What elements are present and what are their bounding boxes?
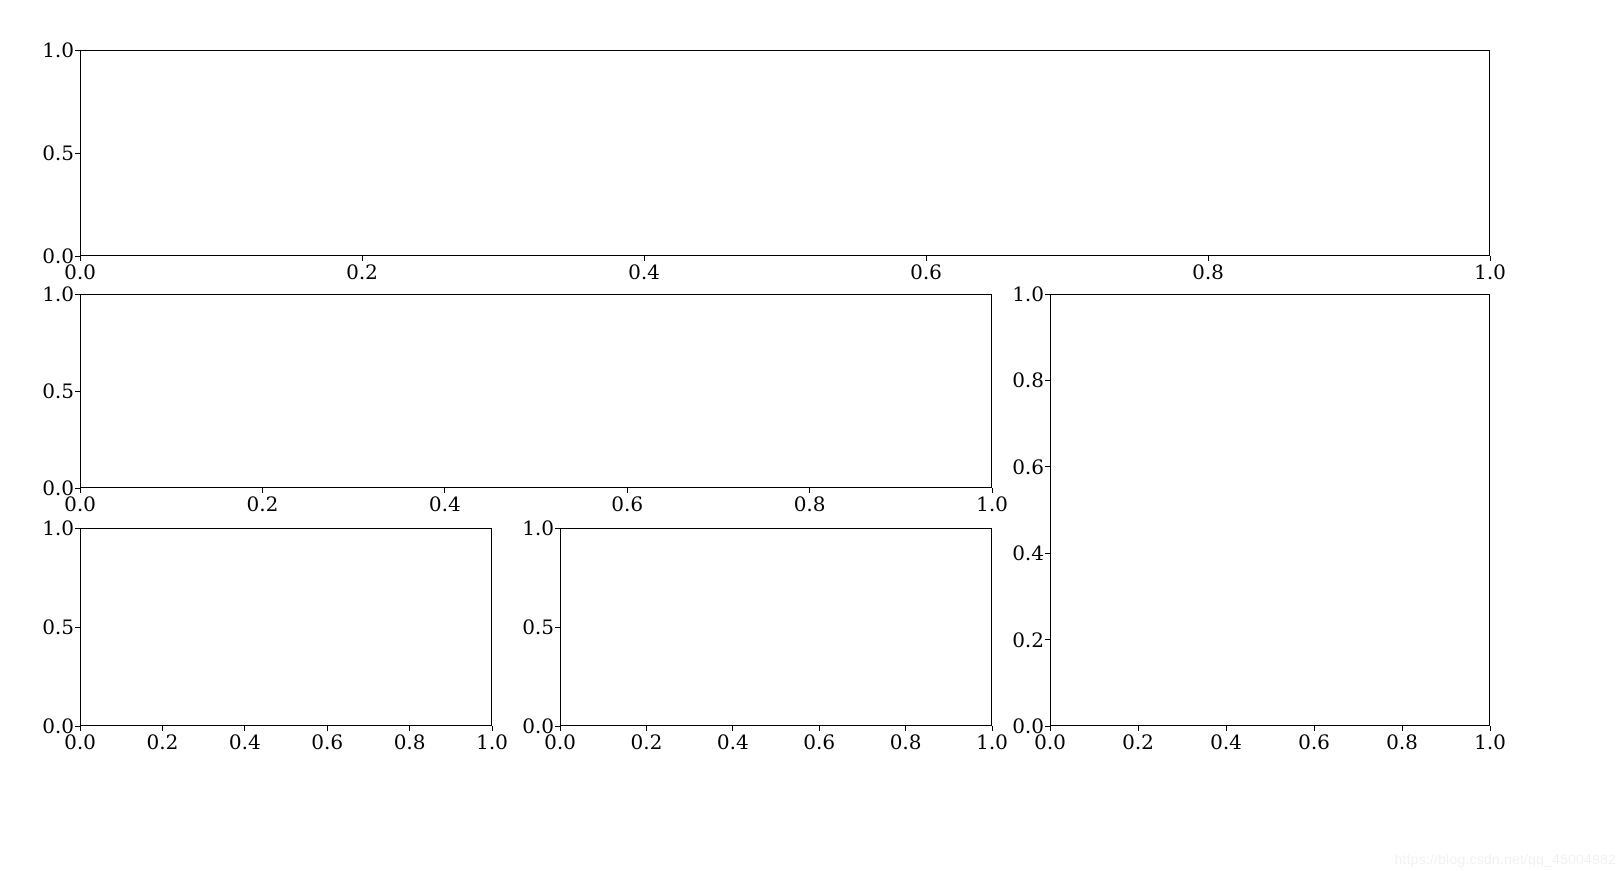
xtick-label: 1.0 — [1474, 730, 1506, 754]
axes-ax2: 0.00.20.40.60.81.00.00.51.0 — [80, 294, 992, 488]
ytick-mark — [75, 153, 80, 154]
xtick-label: 0.4 — [229, 730, 261, 754]
ytick-mark — [555, 627, 560, 628]
xtick-label: 1.0 — [476, 730, 508, 754]
xtick-label: 0.6 — [311, 730, 343, 754]
ytick-mark — [75, 391, 80, 392]
xtick-label: 0.2 — [346, 260, 378, 284]
ytick-label: 0.5 — [42, 141, 74, 165]
ytick-mark — [1045, 466, 1050, 467]
axes-ax3: 0.00.20.40.60.81.00.00.20.40.60.81.0 — [1050, 294, 1490, 726]
ytick-label: 1.0 — [42, 38, 74, 62]
xtick-label: 0.2 — [146, 730, 178, 754]
ytick-mark — [1045, 726, 1050, 727]
xtick-label: 0.4 — [429, 492, 461, 516]
xtick-label: 0.2 — [630, 730, 662, 754]
xtick-label: 0.4 — [1210, 730, 1242, 754]
plot-area — [560, 528, 992, 726]
xtick-label: 1.0 — [976, 730, 1008, 754]
xtick-label: 0.8 — [394, 730, 426, 754]
ytick-mark — [555, 726, 560, 727]
plot-area — [1050, 294, 1490, 726]
ytick-mark — [1045, 380, 1050, 381]
ytick-mark — [1045, 294, 1050, 295]
plot-area — [80, 294, 992, 488]
ytick-label: 1.0 — [1012, 282, 1044, 306]
watermark-text: https://blog.csdn.net/qq_45004982 — [1395, 851, 1616, 867]
ytick-mark — [1045, 553, 1050, 554]
xtick-label: 0.8 — [1386, 730, 1418, 754]
ytick-label: 0.4 — [1012, 541, 1044, 565]
ytick-mark — [75, 528, 80, 529]
ytick-label: 0.0 — [42, 244, 74, 268]
xtick-label: 1.0 — [1474, 260, 1506, 284]
axes-ax1: 0.00.20.40.60.81.00.00.51.0 — [80, 50, 1490, 256]
axes-ax5: 0.00.20.40.60.81.00.00.51.0 — [560, 528, 992, 726]
axes-ax4: 0.00.20.40.60.81.00.00.51.0 — [80, 528, 492, 726]
figure: 0.00.20.40.60.81.00.00.51.00.00.20.40.60… — [0, 0, 1622, 871]
ytick-label: 0.2 — [1012, 628, 1044, 652]
xtick-label: 0.8 — [1192, 260, 1224, 284]
ytick-mark — [75, 726, 80, 727]
ytick-label: 0.0 — [1012, 714, 1044, 738]
ytick-mark — [75, 488, 80, 489]
ytick-label: 0.0 — [42, 476, 74, 500]
plot-area — [80, 528, 492, 726]
ytick-label: 0.5 — [42, 379, 74, 403]
xtick-label: 0.8 — [890, 730, 922, 754]
xtick-label: 0.2 — [1122, 730, 1154, 754]
ytick-label: 0.6 — [1012, 455, 1044, 479]
ytick-label: 0.0 — [522, 714, 554, 738]
ytick-mark — [75, 627, 80, 628]
ytick-mark — [1045, 639, 1050, 640]
ytick-label: 1.0 — [522, 516, 554, 540]
ytick-mark — [75, 294, 80, 295]
ytick-mark — [75, 256, 80, 257]
xtick-label: 0.6 — [803, 730, 835, 754]
ytick-label: 1.0 — [42, 282, 74, 306]
ytick-label: 0.5 — [42, 615, 74, 639]
xtick-label: 0.8 — [794, 492, 826, 516]
ytick-label: 0.8 — [1012, 368, 1044, 392]
plot-area — [80, 50, 1490, 256]
ytick-mark — [555, 528, 560, 529]
xtick-label: 0.4 — [717, 730, 749, 754]
ytick-label: 0.0 — [42, 714, 74, 738]
xtick-label: 1.0 — [976, 492, 1008, 516]
xtick-label: 0.6 — [611, 492, 643, 516]
ytick-mark — [75, 50, 80, 51]
xtick-label: 0.2 — [246, 492, 278, 516]
xtick-label: 0.6 — [1298, 730, 1330, 754]
xtick-label: 0.4 — [628, 260, 660, 284]
ytick-label: 0.5 — [522, 615, 554, 639]
xtick-label: 0.6 — [910, 260, 942, 284]
ytick-label: 1.0 — [42, 516, 74, 540]
